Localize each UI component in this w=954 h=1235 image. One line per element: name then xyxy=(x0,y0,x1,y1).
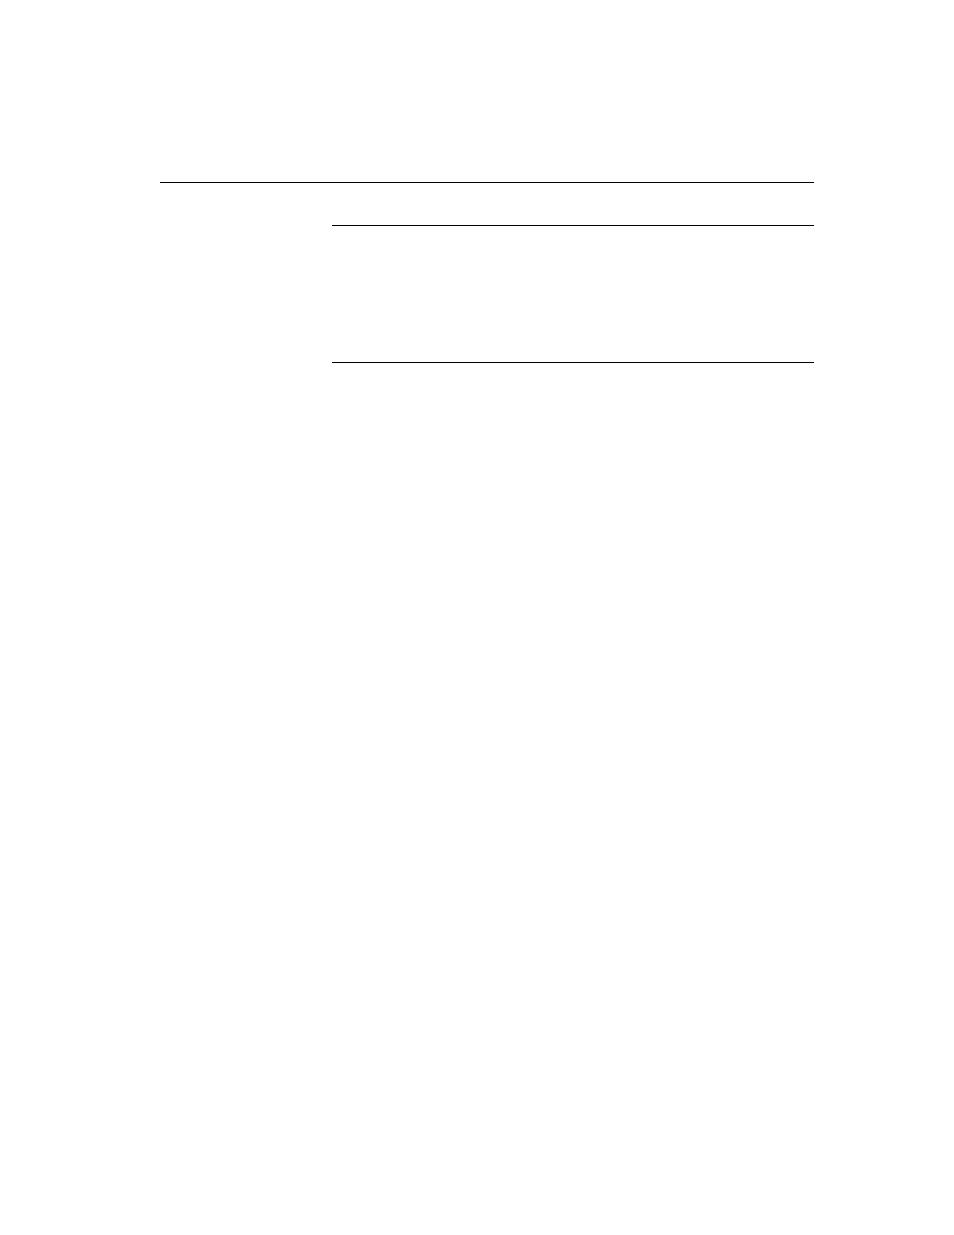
horizontal-rule xyxy=(160,182,814,183)
horizontal-rule xyxy=(332,225,814,226)
horizontal-rule xyxy=(332,362,814,363)
